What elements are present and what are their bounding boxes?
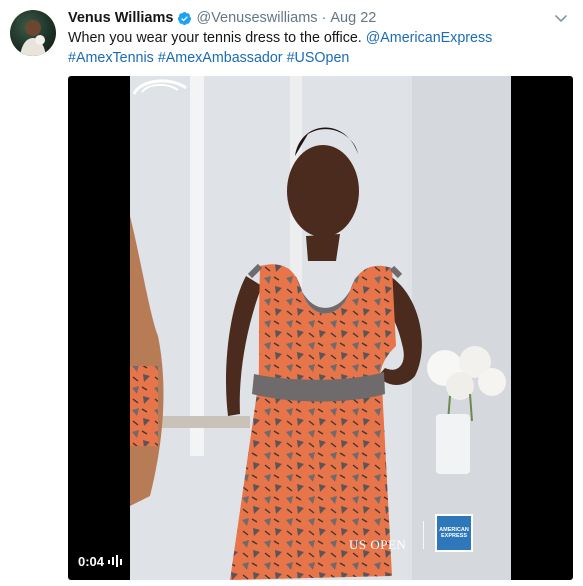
avatar[interactable] <box>10 10 56 56</box>
hashtag-link[interactable]: #AmexTennis <box>68 50 154 66</box>
usopen-logo-icon <box>132 79 187 95</box>
mention-link[interactable]: @AmericanExpress <box>366 30 493 46</box>
tweet-text: When you wear your tennis dress to the o… <box>68 28 568 68</box>
amex-logo: AMERICAN EXPRESS <box>435 514 473 552</box>
tweet-card[interactable]: Venus Williams @Venuseswilliams · Aug 22… <box>0 0 583 586</box>
volume-icon[interactable] <box>108 555 123 567</box>
tweet-text-body: When you wear your tennis dress to the o… <box>68 30 366 46</box>
amex-logo-text: AMERICAN EXPRESS <box>439 526 469 540</box>
timestamp[interactable]: Aug 22 <box>330 10 376 26</box>
usopen-logo-text: US OPEN <box>349 537 407 552</box>
chevron-down-icon[interactable] <box>553 10 569 26</box>
logo-divider <box>423 521 424 549</box>
video-frame[interactable]: US OPEN AMERICAN EXPRESS <box>130 76 511 580</box>
video-player[interactable]: US OPEN AMERICAN EXPRESS 0:04 <box>68 76 573 580</box>
video-elapsed-time: 0:04 <box>78 553 105 569</box>
hashtag-link[interactable]: #AmexAmbassador <box>158 50 283 66</box>
verified-badge-icon <box>178 11 192 25</box>
tweet-header: Venus Williams @Venuseswilliams · Aug 22 <box>68 8 376 28</box>
hashtag-link[interactable]: #USOpen <box>287 50 350 66</box>
video-time-badge: 0:04 <box>78 552 123 570</box>
author-handle[interactable]: @Venuseswilliams <box>196 10 317 26</box>
author-name[interactable]: Venus Williams <box>68 10 173 26</box>
separator-dot: · <box>321 10 327 26</box>
